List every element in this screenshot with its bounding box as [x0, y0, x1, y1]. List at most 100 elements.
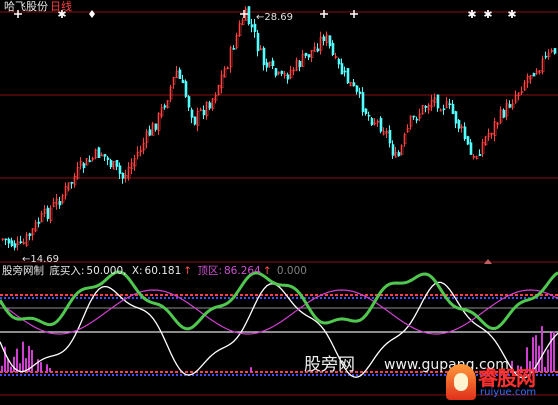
candle-body — [454, 111, 458, 124]
logo-icon — [446, 364, 476, 400]
candle-body — [256, 32, 260, 52]
candle-body — [58, 201, 62, 206]
cross-marker — [320, 10, 328, 18]
candle-body — [70, 182, 74, 184]
top-value: 86.264 — [224, 265, 261, 277]
candle-body — [187, 96, 191, 108]
indicator-header: 股旁网制 底买入: 50.000, X: 60.181 ↑ 顶区: 86.264 ↑ 0.… — [2, 264, 309, 278]
stock-chart[interactable]: ✱ ✱ ✱ ✱ ←28.69 ←14.69 哈飞股份 日线 股旁网制 底买入: 50.000… — [0, 0, 558, 405]
candle-body — [202, 109, 206, 116]
candle-body — [232, 48, 236, 50]
candle-body — [337, 58, 341, 65]
candle-body — [328, 35, 332, 47]
indicator-name: 股旁网制 — [2, 265, 44, 277]
star-marker: ✱ — [483, 8, 492, 21]
candle-body — [10, 240, 14, 247]
candle-body — [88, 160, 92, 162]
candle-body — [358, 91, 362, 94]
candle-body — [436, 94, 440, 109]
star-marker: ✱ — [507, 8, 516, 21]
candle-body — [544, 55, 548, 58]
stock-name: 哈飞股份 — [4, 0, 48, 13]
candle-body — [103, 154, 107, 157]
candle-body — [367, 114, 371, 117]
candle-body — [46, 207, 50, 219]
candle-body — [346, 68, 350, 84]
candle-body — [115, 159, 119, 167]
cross-marker — [350, 10, 358, 18]
candle-body — [184, 81, 188, 97]
magenta-oscillator — [0, 289, 558, 335]
high-price-label: ←28.69 — [256, 12, 293, 23]
candle-body — [424, 106, 428, 108]
candle-body — [163, 105, 167, 108]
candle-body — [178, 69, 182, 79]
candle-body — [286, 74, 290, 80]
candle-body — [181, 79, 185, 84]
star-marker: ✱ — [467, 8, 476, 21]
candle-body — [391, 144, 395, 156]
candle-body — [274, 68, 278, 76]
green-oscillator — [0, 270, 558, 331]
candle-body — [343, 70, 347, 73]
candle-body — [19, 241, 23, 243]
candle-body — [118, 165, 122, 174]
candle-body — [154, 123, 158, 130]
candle-body — [451, 103, 455, 114]
candle-body — [265, 62, 269, 68]
candle-body — [271, 60, 275, 67]
chart-canvas[interactable]: ✱ ✱ ✱ ✱ ←28.69←14.69 — [0, 0, 558, 405]
candle-body — [502, 109, 506, 118]
candle-body — [478, 153, 482, 156]
candle-body — [340, 63, 344, 75]
candle-body — [109, 160, 113, 168]
candle-body — [82, 163, 86, 169]
candle-body — [457, 119, 461, 129]
candle-body — [148, 129, 152, 136]
candle-body — [466, 136, 470, 145]
candle-body — [322, 36, 326, 41]
candle-body — [4, 238, 8, 241]
candle-body — [7, 238, 11, 244]
top-arrow: ↑ — [262, 265, 272, 277]
candle-body — [316, 48, 320, 52]
candle-body — [37, 221, 41, 224]
x-arrow: ↑ — [183, 265, 193, 277]
period-label: 日线 — [50, 0, 72, 13]
watermark-cn: 股旁网 — [304, 355, 355, 375]
candle-body — [247, 6, 251, 24]
zero-value: 0.000 — [276, 265, 307, 277]
candle-body — [532, 73, 536, 77]
candle-body — [397, 152, 401, 157]
candle-body — [307, 54, 311, 58]
candle-body — [280, 70, 284, 74]
top-label: 顶区: — [197, 265, 222, 277]
site-logo: 睿股网 ruiyue.com — [446, 362, 556, 404]
x-value: 60.181 — [144, 265, 182, 277]
candle-body — [253, 23, 257, 33]
candle-body — [361, 92, 365, 113]
buy-label: 底买入: — [49, 265, 85, 277]
x-label: X: — [131, 265, 143, 277]
candle-body — [97, 147, 101, 158]
buy-value: 50.000, — [86, 265, 127, 277]
candlestick-series — [1, 6, 557, 251]
candle-body — [355, 85, 359, 92]
candle-body — [331, 43, 335, 56]
candle-body — [463, 126, 467, 140]
candle-body — [121, 172, 125, 179]
candle-body — [352, 82, 356, 87]
candle-body — [364, 108, 368, 114]
candle-body — [379, 117, 383, 132]
candle-body — [388, 129, 392, 144]
chart-title: 哈飞股份 日线 — [4, 0, 72, 14]
candle-body — [442, 108, 446, 110]
candle-body — [193, 116, 197, 125]
candle-body — [190, 109, 194, 118]
candle-body — [208, 102, 212, 109]
candle-body — [304, 52, 308, 56]
logo-en: ruiyue.com — [480, 387, 537, 398]
candle-body — [28, 233, 32, 236]
candle-body — [412, 115, 416, 118]
candle-body — [13, 243, 17, 248]
